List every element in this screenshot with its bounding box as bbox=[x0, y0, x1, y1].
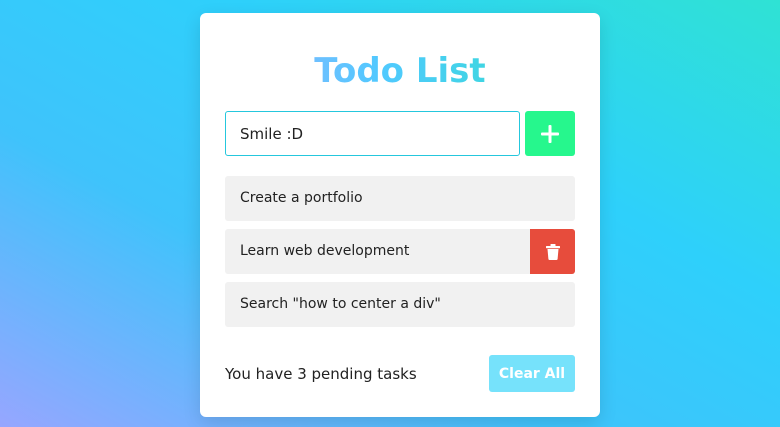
todo-input[interactable] bbox=[225, 111, 520, 156]
task-label: Create a portfolio bbox=[240, 190, 363, 206]
task-label: Search "how to center a div" bbox=[240, 296, 441, 312]
task-label: Learn web development bbox=[240, 243, 410, 259]
todo-card: Todo List Create a portfolio Learn web d… bbox=[200, 13, 600, 417]
app-title: Todo List bbox=[200, 51, 600, 91]
delete-task-button[interactable] bbox=[530, 229, 575, 274]
task-item[interactable]: Search "how to center a div" bbox=[225, 282, 575, 327]
trash-icon bbox=[545, 243, 560, 260]
clear-all-button[interactable]: Clear All bbox=[489, 355, 575, 392]
plus-icon bbox=[541, 124, 559, 143]
add-task-button[interactable] bbox=[525, 111, 575, 156]
task-item[interactable]: Learn web development bbox=[225, 229, 575, 274]
task-item[interactable]: Create a portfolio bbox=[225, 176, 575, 221]
pending-count-text: You have 3 pending tasks bbox=[225, 365, 417, 383]
